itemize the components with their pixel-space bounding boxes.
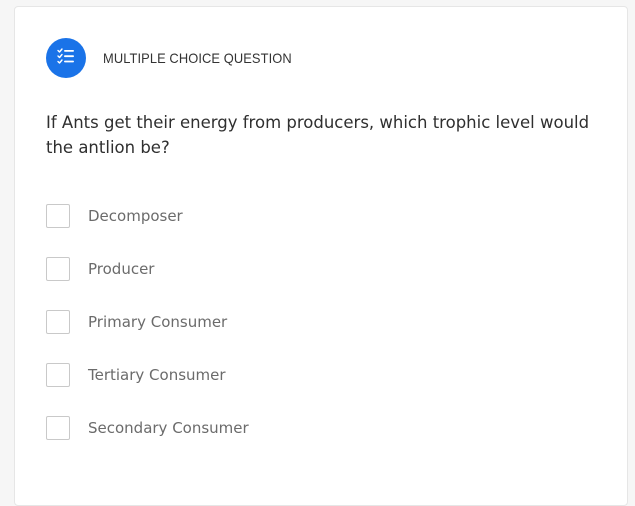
checklist-icon [57,48,75,68]
checkbox[interactable] [46,256,70,281]
question-header: MULTIPLE CHOICE QUESTION [46,38,308,78]
option-label: Decomposer [88,206,183,225]
question-type-label: MULTIPLE CHOICE QUESTION [103,50,292,66]
question-type-badge [46,38,86,78]
option-producer[interactable]: Producer [46,256,249,281]
option-label: Tertiary Consumer [88,365,226,384]
question-card: MULTIPLE CHOICE QUESTION If Ants get the… [14,6,628,506]
checkbox[interactable] [46,309,70,334]
option-label: Secondary Consumer [88,418,249,437]
answer-options: Decomposer Producer Primary Consumer Ter… [46,203,249,468]
option-secondary-consumer[interactable]: Secondary Consumer [46,415,249,440]
checkbox[interactable] [46,362,70,387]
option-tertiary-consumer[interactable]: Tertiary Consumer [46,362,249,387]
question-text: If Ants get their energy from producers,… [46,113,590,157]
checkbox[interactable] [46,415,70,440]
checkbox[interactable] [46,203,70,228]
option-primary-consumer[interactable]: Primary Consumer [46,309,249,334]
option-label: Primary Consumer [88,312,228,331]
option-label: Producer [88,259,155,278]
option-decomposer[interactable]: Decomposer [46,203,249,228]
